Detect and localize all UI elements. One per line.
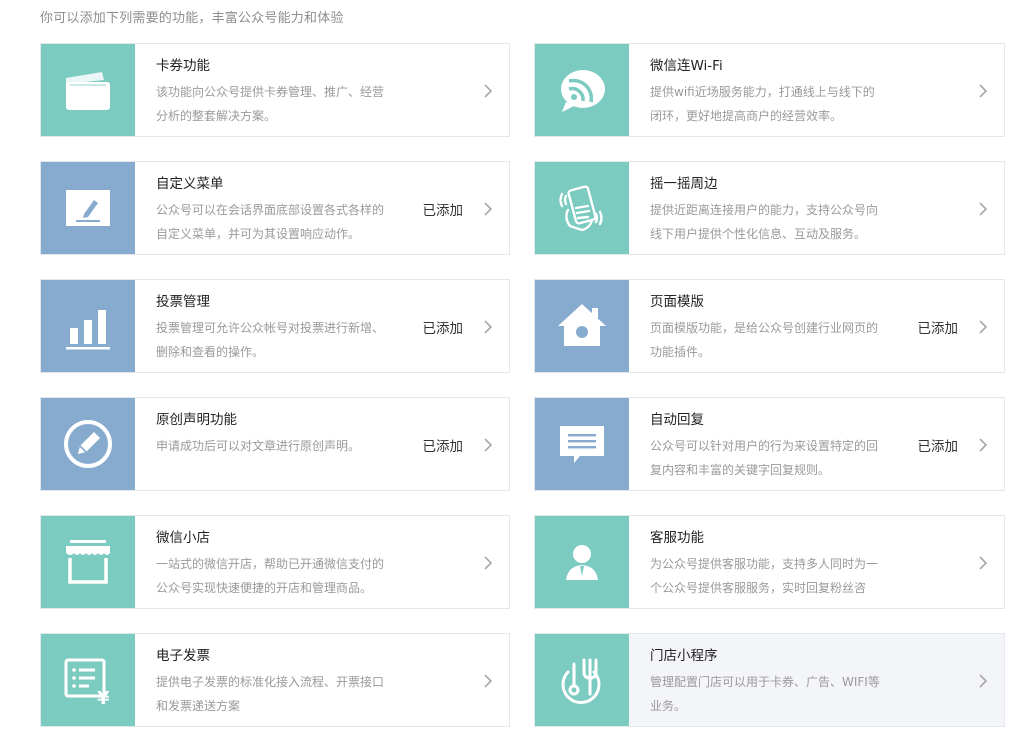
invoice-icon: ¥ bbox=[64, 658, 110, 708]
feature-title: 自定义菜单 bbox=[156, 176, 224, 192]
feature-desc: 投票管理可允许公众帐号对投票进行新增、删除和查看的操作。 bbox=[156, 321, 385, 359]
feature-title: 卡券功能 bbox=[156, 58, 210, 74]
feature-status: 已添加 bbox=[422, 203, 464, 219]
feature-status: 已添加 bbox=[422, 321, 464, 337]
card-icon bbox=[66, 72, 110, 110]
chevron-right-icon bbox=[484, 438, 493, 452]
feature-icon-box bbox=[41, 162, 135, 254]
chevron-right-icon bbox=[979, 674, 988, 688]
feature-icon-box bbox=[41, 280, 135, 372]
store-fork-icon bbox=[561, 658, 601, 704]
feature-status: 已添加 bbox=[917, 439, 959, 455]
feature-status: 已添加 bbox=[917, 321, 959, 337]
wifi-icon bbox=[561, 70, 605, 112]
feature-title: 摇一摇周边 bbox=[650, 176, 718, 192]
feature-title: 原创声明功能 bbox=[156, 412, 237, 428]
feature-title: 自动回复 bbox=[650, 412, 704, 428]
feature-card-wifi[interactable]: 微信连Wi-Fi 提供wifi近场服务能力，打通线上与线下的闭环，更好地提高商户… bbox=[534, 43, 1005, 137]
feature-title: 微信小店 bbox=[156, 530, 210, 546]
feature-grid: 卡券功能 该功能向公众号提供卡券管理、推广、经营分析的整套解决方案。 微信连Wi… bbox=[40, 43, 1005, 727]
chevron-right-icon bbox=[979, 202, 988, 216]
feature-desc: 公众号可以在会话界面底部设置各式各样的自定义菜单，并可为其设置响应动作。 bbox=[156, 203, 385, 241]
feature-title: 微信连Wi-Fi bbox=[650, 58, 723, 74]
feature-card-e-invoice[interactable]: ¥ 电子发票 提供电子发票的标准化接入流程、开票接口和发票递送方案 bbox=[40, 633, 510, 727]
shake-phone-icon bbox=[559, 185, 603, 232]
feature-card-original-statement[interactable]: 原创声明功能 申请成功后可以对文章进行原创声明。 已添加 bbox=[40, 397, 510, 491]
feature-card-shop[interactable]: 微信小店 一站式的微信开店，帮助已开通微信支付的公众号实现快速便捷的开店和管理商… bbox=[40, 515, 510, 609]
feature-icon-box bbox=[535, 634, 629, 726]
chevron-right-icon bbox=[979, 84, 988, 98]
feature-icon-box bbox=[41, 398, 135, 490]
chevron-right-icon bbox=[484, 320, 493, 334]
chevron-right-icon bbox=[979, 320, 988, 334]
feature-desc: 一站式的微信开店，帮助已开通微信支付的公众号实现快速便捷的开店和管理商品。 bbox=[156, 557, 385, 595]
feature-icon-box bbox=[41, 44, 135, 136]
feature-desc: 为公众号提供客服功能，支持多人同时为一个公众号提供客服服务，实时回复粉丝咨 bbox=[650, 557, 879, 595]
chevron-right-icon bbox=[979, 556, 988, 570]
home-icon bbox=[558, 304, 606, 346]
edit-icon bbox=[66, 190, 110, 226]
feature-icon-box bbox=[41, 516, 135, 608]
feature-status: 已添加 bbox=[422, 439, 464, 455]
feature-desc: 申请成功后可以对文章进行原创声明。 bbox=[156, 439, 361, 453]
feature-icon-box bbox=[535, 162, 629, 254]
feature-title: 电子发票 bbox=[156, 648, 210, 664]
svg-text:¥: ¥ bbox=[97, 688, 110, 708]
feature-icon-box: ¥ bbox=[41, 634, 135, 726]
feature-card-page-template[interactable]: 页面模版 页面模版功能，是给公众号创建行业网页的功能插件。 已添加 bbox=[534, 279, 1005, 373]
feature-card-vote[interactable]: 投票管理 投票管理可允许公众帐号对投票进行新增、删除和查看的操作。 已添加 bbox=[40, 279, 510, 373]
bar-chart-icon bbox=[66, 310, 110, 350]
feature-title: 门店小程序 bbox=[650, 648, 718, 664]
feature-icon-box bbox=[535, 516, 629, 608]
customer-service-icon bbox=[566, 545, 598, 580]
chevron-right-icon bbox=[484, 556, 493, 570]
feature-card-shake[interactable]: 摇一摇周边 提供近距离连接用户的能力，支持公众号向线下用户提供个性化信息、互动及… bbox=[534, 161, 1005, 255]
feature-desc: 公众号可以针对用户的行为来设置特定的回复内容和丰富的关键字回复规则。 bbox=[650, 439, 879, 477]
feature-card-store-mini-program[interactable]: 门店小程序 管理配置门店可以用于卡券、广告、WIFI等业务。 bbox=[534, 633, 1005, 727]
feature-card-customer-service[interactable]: 客服功能 为公众号提供客服功能，支持多人同时为一个公众号提供客服服务，实时回复粉… bbox=[534, 515, 1005, 609]
feature-card-coupon[interactable]: 卡券功能 该功能向公众号提供卡券管理、推广、经营分析的整套解决方案。 bbox=[40, 43, 510, 137]
feature-card-auto-reply[interactable]: 自动回复 公众号可以针对用户的行为来设置特定的回复内容和丰富的关键字回复规则。 … bbox=[534, 397, 1005, 491]
feature-desc: 提供电子发票的标准化接入流程、开票接口和发票递送方案 bbox=[156, 675, 385, 713]
feature-icon-box bbox=[535, 44, 629, 136]
shop-icon bbox=[66, 540, 110, 584]
chevron-right-icon bbox=[979, 438, 988, 452]
feature-card-custom-menu[interactable]: 自定义菜单 公众号可以在会话界面底部设置各式各样的自定义菜单，并可为其设置响应动… bbox=[40, 161, 510, 255]
message-icon bbox=[560, 426, 604, 463]
feature-icon-box bbox=[535, 398, 629, 490]
feature-title: 页面模版 bbox=[650, 294, 704, 310]
chevron-right-icon bbox=[484, 674, 493, 688]
chevron-right-icon bbox=[484, 84, 493, 98]
feature-desc: 提供近距离连接用户的能力，支持公众号向线下用户提供个性化信息、互动及服务。 bbox=[650, 203, 879, 241]
feature-desc: 提供wifi近场服务能力，打通线上与线下的闭环，更好地提高商户的经营效率。 bbox=[650, 85, 875, 123]
feature-desc: 管理配置门店可以用于卡券、广告、WIFI等业务。 bbox=[650, 675, 880, 713]
feature-desc: 页面模版功能，是给公众号创建行业网页的功能插件。 bbox=[650, 321, 879, 359]
chevron-right-icon bbox=[484, 202, 493, 216]
feature-icon-box bbox=[535, 280, 629, 372]
feature-title: 投票管理 bbox=[156, 294, 210, 310]
feature-title: 客服功能 bbox=[650, 530, 704, 546]
feature-desc: 该功能向公众号提供卡券管理、推广、经营分析的整套解决方案。 bbox=[156, 85, 385, 123]
page-intro: 你可以添加下列需要的功能，丰富公众号能力和体验 bbox=[40, 11, 344, 26]
pencil-circle-icon bbox=[64, 420, 112, 468]
